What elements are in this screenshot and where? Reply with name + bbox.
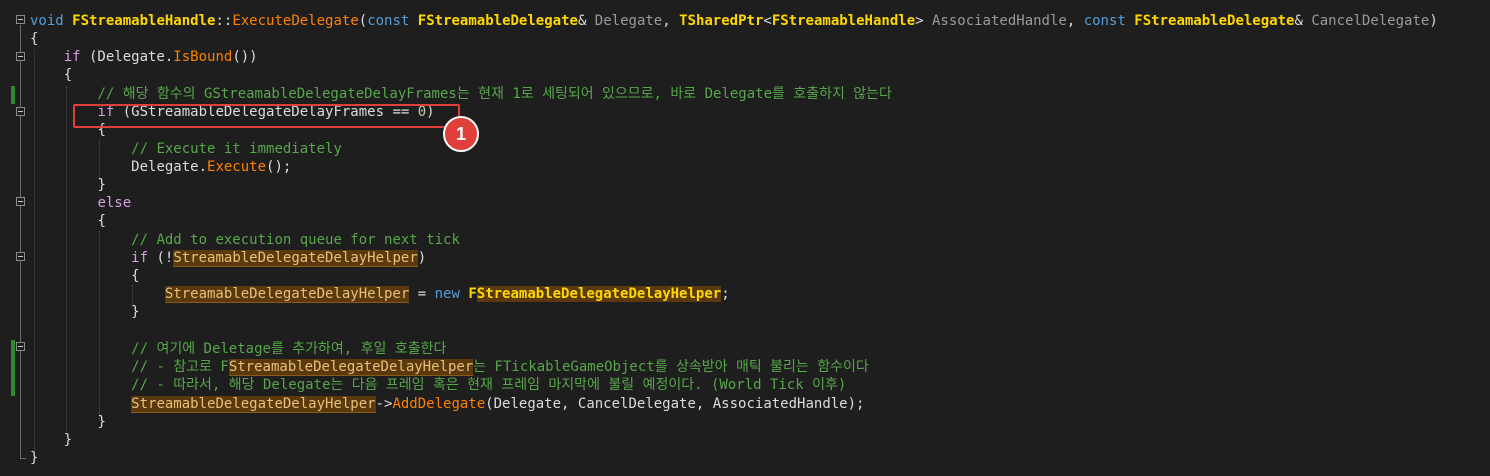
keyword: if [63, 49, 81, 65]
code-text: ; [721, 286, 730, 302]
separator: , [1066, 13, 1084, 29]
template-close: > [915, 13, 932, 29]
ref-marker: & [577, 13, 595, 29]
comment: // Execute it immediately [131, 141, 342, 157]
callout-badge: 1 [443, 116, 479, 152]
comment: // 해당 함수의 GStreamableDelegateDelayFrames… [97, 86, 892, 102]
code-text: (! [148, 250, 174, 266]
code-editor[interactable]: void FStreamableHandle::ExecuteDelegate(… [0, 0, 1490, 476]
code-text: ) [417, 250, 427, 266]
change-marker [11, 340, 15, 396]
brace: } [131, 304, 140, 320]
code-line-22[interactable]: } [30, 413, 106, 431]
method-name: ExecuteDelegate [232, 13, 359, 29]
type-name: FStreamableHandle [771, 13, 916, 29]
code-line-23[interactable]: } [30, 431, 72, 449]
template-open: < [763, 13, 772, 29]
brace: { [63, 67, 73, 83]
code-text: Delegate. [131, 159, 208, 175]
brace: } [97, 414, 106, 430]
highlighted-type[interactable]: StreamableDelegateDelayHelper [476, 286, 722, 302]
fold-guide-line [20, 25, 21, 459]
keyword: const [367, 13, 410, 29]
code-line-11[interactable]: else [30, 194, 131, 212]
code-text: (); [266, 159, 292, 175]
code-text: (Delegate, CancelDelegate, AssociatedHan… [485, 396, 865, 412]
brace: { [97, 213, 106, 229]
type-name: FStreamableDelegate [1134, 13, 1295, 29]
function-name: IsBound [173, 49, 233, 65]
collapse-icon[interactable] [16, 197, 25, 206]
change-marker [11, 86, 15, 104]
code-line-15[interactable]: { [30, 267, 140, 285]
code-line-10[interactable]: } [30, 176, 106, 194]
code-line-13[interactable]: // Add to execution queue for next tick [30, 231, 460, 249]
comment: // - 참고로 F [131, 359, 229, 375]
type-name: FStreamableDelegate [417, 13, 578, 29]
keyword: const [1083, 13, 1126, 29]
code-line-1[interactable]: void FStreamableHandle::ExecuteDelegate(… [30, 12, 1438, 30]
highlighted-symbol[interactable]: StreamableDelegateDelayHelper [131, 396, 376, 413]
code-line-14[interactable]: if (!StreamableDelegateDelayHelper) [30, 249, 426, 267]
brace: { [131, 268, 140, 284]
code-line-12[interactable]: { [30, 212, 106, 230]
collapse-icon[interactable] [16, 252, 25, 261]
editor-gutter [0, 0, 30, 476]
code-line-4[interactable]: { [30, 66, 72, 84]
code-line-5[interactable]: // 해당 함수의 GStreamableDelegateDelayFrames… [30, 85, 892, 103]
fold-guide-end [20, 458, 26, 459]
code-line-21[interactable]: StreamableDelegateDelayHelper->AddDelega… [30, 395, 864, 413]
callout-highlight-box [73, 104, 460, 128]
class-name: FStreamableHandle [72, 13, 216, 29]
code-line-3[interactable]: if (Delegate.IsBound()) [30, 48, 258, 66]
code-line-20[interactable]: // - 따라서, 해당 Delegate는 다음 프레임 혹은 현재 프레임 … [30, 376, 846, 394]
type-name: TSharedPtr [679, 13, 764, 29]
type-name: F [468, 286, 477, 302]
code-text: = [409, 286, 435, 302]
function-name: AddDelegate [392, 396, 486, 412]
ref-marker: & [1294, 13, 1312, 29]
keyword: new [434, 286, 460, 302]
comment: // - 따라서, 해당 Delegate는 다음 프레임 혹은 현재 프레임 … [131, 377, 847, 393]
code-line-8[interactable]: // Execute it immediately [30, 140, 342, 158]
collapse-icon[interactable] [16, 15, 25, 24]
parameter: Delegate [594, 13, 663, 29]
highlighted-symbol[interactable]: StreamableDelegateDelayHelper [164, 286, 410, 303]
code-line-16[interactable]: StreamableDelegateDelayHelper = new FStr… [30, 285, 730, 303]
comment: // 여기에 Deletage를 추가하여, 후일 호출한다 [131, 341, 447, 357]
collapse-icon[interactable] [16, 342, 25, 351]
comment: // Add to execution queue for next tick [131, 232, 460, 248]
keyword: if [131, 250, 149, 266]
collapse-icon[interactable] [16, 107, 25, 116]
function-name: Execute [207, 159, 267, 175]
highlighted-symbol[interactable]: StreamableDelegateDelayHelper [173, 250, 418, 267]
parameter: AssociatedHandle [931, 13, 1067, 29]
code-text: ()) [232, 49, 258, 65]
brace: } [97, 177, 106, 193]
keyword: else [97, 195, 132, 211]
parameter: CancelDelegate [1311, 13, 1430, 29]
code-text: (Delegate. [80, 49, 174, 65]
code-line-18[interactable]: // 여기에 Deletage를 추가하여, 후일 호출한다 [30, 340, 446, 358]
code-line-2[interactable]: { [30, 30, 38, 48]
brace: } [30, 450, 39, 466]
code-text: -> [375, 396, 393, 412]
separator: , [662, 13, 680, 29]
close-paren: ) [1429, 13, 1438, 29]
code-line-9[interactable]: Delegate.Execute(); [30, 158, 291, 176]
open-paren: ( [358, 13, 368, 29]
collapse-icon[interactable] [16, 52, 25, 61]
code-line-19[interactable]: // - 참고로 FStreamableDelegateDelayHelper는… [30, 358, 869, 376]
scope-operator: :: [215, 13, 233, 29]
code-line-17[interactable]: } [30, 303, 140, 321]
code-line-24[interactable]: } [30, 449, 38, 467]
keyword: void [30, 13, 64, 29]
comment: 는 FTickableGameObject를 상속받아 매틱 불리는 함수이다 [473, 359, 869, 375]
highlighted-symbol[interactable]: StreamableDelegateDelayHelper [228, 359, 474, 376]
brace: } [63, 432, 73, 448]
